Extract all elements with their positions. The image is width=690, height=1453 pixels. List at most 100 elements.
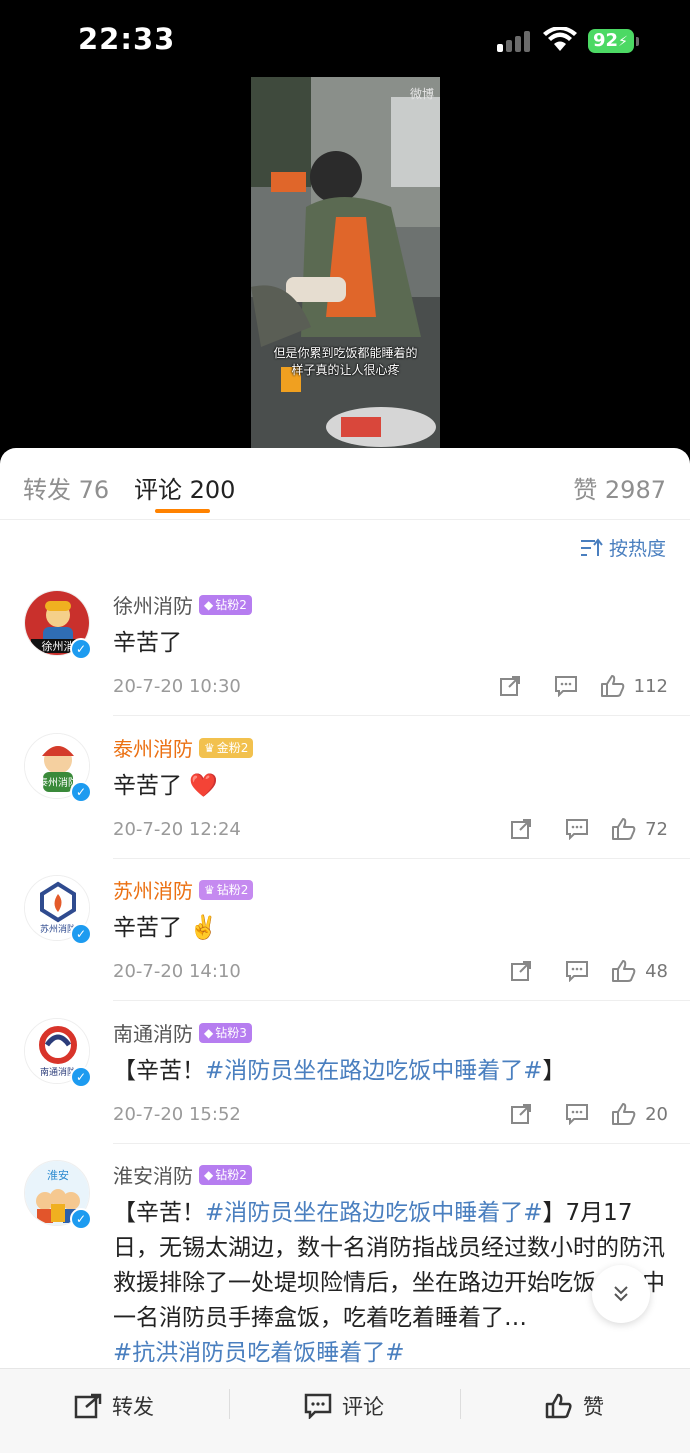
topic-link[interactable]: #消防员坐在路边吃饭中睡着了#	[205, 1058, 543, 1084]
bottom-like-button[interactable]: 赞	[545, 1391, 604, 1421]
comment-author[interactable]: 泰州消防 ♛ 金粉2	[113, 733, 254, 762]
verified-icon: ✓	[70, 638, 92, 660]
signal-icon	[497, 30, 533, 52]
video-subtitle: 但是你累到吃饭都能睡着的 样子真的让人很心疼	[257, 345, 434, 379]
sort-button[interactable]: 按热度	[580, 534, 666, 561]
reply-button[interactable]	[549, 817, 605, 841]
video-player[interactable]: 微博 但是你累到吃饭都能睡着的 样子真的让人很心疼	[251, 77, 440, 448]
tab-comment[interactable]: 评论 200	[134, 470, 235, 505]
bottom-comment-label: 评论	[342, 1395, 384, 1419]
fan-badge: ♛ 金粉2	[199, 737, 254, 758]
share-icon	[511, 1104, 532, 1124]
like-button[interactable]: 72	[611, 817, 668, 841]
divider	[113, 858, 690, 859]
author-name: 苏州消防	[113, 879, 193, 903]
comment-date: 20-7-20 15:52	[113, 1104, 241, 1125]
wifi-icon	[543, 27, 577, 51]
share-icon	[74, 1393, 102, 1419]
divider	[113, 1143, 690, 1144]
fan-badge-label: 钻粉2	[216, 883, 249, 897]
like-count: 112	[633, 675, 668, 697]
video-frame-image	[251, 77, 440, 448]
video-subtitle-line2: 样子真的让人很心疼	[291, 363, 400, 377]
status-bar: 22:33 92⚡	[0, 0, 690, 80]
reply-button[interactable]	[549, 1102, 605, 1126]
sort-icon	[580, 537, 603, 556]
topic-link-2[interactable]: #抗洪消防员吃着饭睡着了#	[113, 1340, 405, 1366]
tab-repost[interactable]: 转发 76	[23, 470, 109, 505]
heart-emoji-icon: ❤️	[189, 773, 218, 799]
comment-text: 【辛苦！#消防员坐在路边吃饭中睡着了#】	[113, 1054, 668, 1089]
share-button[interactable]	[493, 1102, 549, 1126]
verified-icon: ✓	[70, 923, 92, 945]
share-button[interactable]	[493, 959, 549, 983]
like-button[interactable]: 112	[600, 674, 668, 698]
comment-author[interactable]: 苏州消防 ♛ 钻粉2	[113, 875, 254, 904]
comment-date: 20-7-20 12:24	[113, 819, 241, 840]
thumbs-up-icon	[545, 1393, 572, 1419]
double-chevron-down-icon	[614, 1286, 628, 1302]
comment-author[interactable]: 徐州消防 ◆ 钻粉2	[113, 590, 252, 619]
comment-text-prefix: 【辛苦！	[113, 1058, 205, 1084]
comment-date: 20-7-20 14:10	[113, 961, 241, 982]
bottom-action-bar: 转发 评论 赞	[0, 1368, 690, 1453]
bottom-like-label: 赞	[583, 1395, 604, 1419]
author-name: 泰州消防	[113, 737, 193, 761]
fan-badge-label: 钻粉2	[215, 598, 247, 612]
diamond-icon: ◆	[204, 597, 214, 612]
like-count: 20	[645, 1103, 668, 1125]
sort-label: 按热度	[608, 538, 666, 560]
fan-badge: ◆ 钻粉2	[199, 1164, 252, 1185]
bottom-separator	[460, 1389, 461, 1419]
fan-badge: ♛ 钻粉2	[199, 879, 254, 900]
divider	[113, 1000, 690, 1001]
share-button[interactable]	[482, 674, 538, 698]
bottom-comment-button[interactable]: 评论	[304, 1391, 384, 1421]
comment-date: 20-7-20 10:30	[113, 676, 241, 697]
fan-badge: ◆ 钻粉2	[199, 594, 252, 615]
comment-text-prefix: 【辛苦！	[113, 1200, 205, 1226]
tab-like[interactable]: 赞 2987	[573, 470, 666, 505]
comment-actions: 48	[493, 959, 668, 983]
verified-icon: ✓	[70, 781, 92, 803]
bottom-separator	[229, 1389, 230, 1419]
share-icon	[511, 961, 532, 981]
reply-button[interactable]	[538, 674, 594, 698]
reply-button[interactable]	[549, 959, 605, 983]
author-name: 淮安消防	[113, 1164, 193, 1188]
fan-badge-label: 金粉2	[216, 741, 249, 755]
scroll-down-button[interactable]	[592, 1265, 650, 1323]
like-button[interactable]: 48	[611, 959, 668, 983]
bottom-repost-button[interactable]: 转发	[74, 1391, 154, 1421]
battery-tip	[636, 37, 639, 46]
like-count: 72	[645, 818, 668, 840]
comment-text: 辛苦了 ✌️	[113, 911, 668, 946]
topic-link[interactable]: #消防员坐在路边吃饭中睡着了#	[205, 1200, 543, 1226]
thumbs-up-icon	[612, 1103, 636, 1125]
comment-text: 辛苦了 ❤️	[113, 769, 668, 804]
video-subtitle-line1: 但是你累到吃饭都能睡着的	[273, 346, 418, 360]
like-count: 48	[645, 960, 668, 982]
comment-text-suffix: 】	[542, 1058, 566, 1084]
comment-icon	[566, 961, 589, 982]
weibo-logo: 微博	[409, 87, 434, 101]
share-button[interactable]	[493, 817, 549, 841]
comment-author[interactable]: 淮安消防 ◆ 钻粉2	[113, 1160, 252, 1189]
crown-icon: ♛	[204, 740, 215, 755]
comment-author[interactable]: 南通消防 ◆ 钻粉3	[113, 1018, 252, 1047]
comment-text-body: 辛苦了	[113, 773, 182, 799]
diamond-icon: ◆	[204, 1025, 214, 1040]
author-name: 徐州消防	[113, 594, 193, 618]
status-time: 22:33	[78, 22, 176, 56]
comment-text: 辛苦了	[113, 630, 182, 656]
fan-badge-label: 钻粉2	[215, 1168, 247, 1182]
like-button[interactable]: 20	[611, 1102, 668, 1126]
battery-level: 92	[593, 30, 619, 51]
battery-icon: 92⚡	[588, 29, 634, 53]
fan-badge: ◆ 钻粉3	[199, 1022, 252, 1043]
comment-icon	[566, 1104, 589, 1125]
victory-hand-emoji-icon: ✌️	[189, 915, 218, 941]
comment-actions: 72	[493, 817, 668, 841]
tab-underline	[155, 509, 210, 513]
comment-icon	[566, 819, 589, 840]
